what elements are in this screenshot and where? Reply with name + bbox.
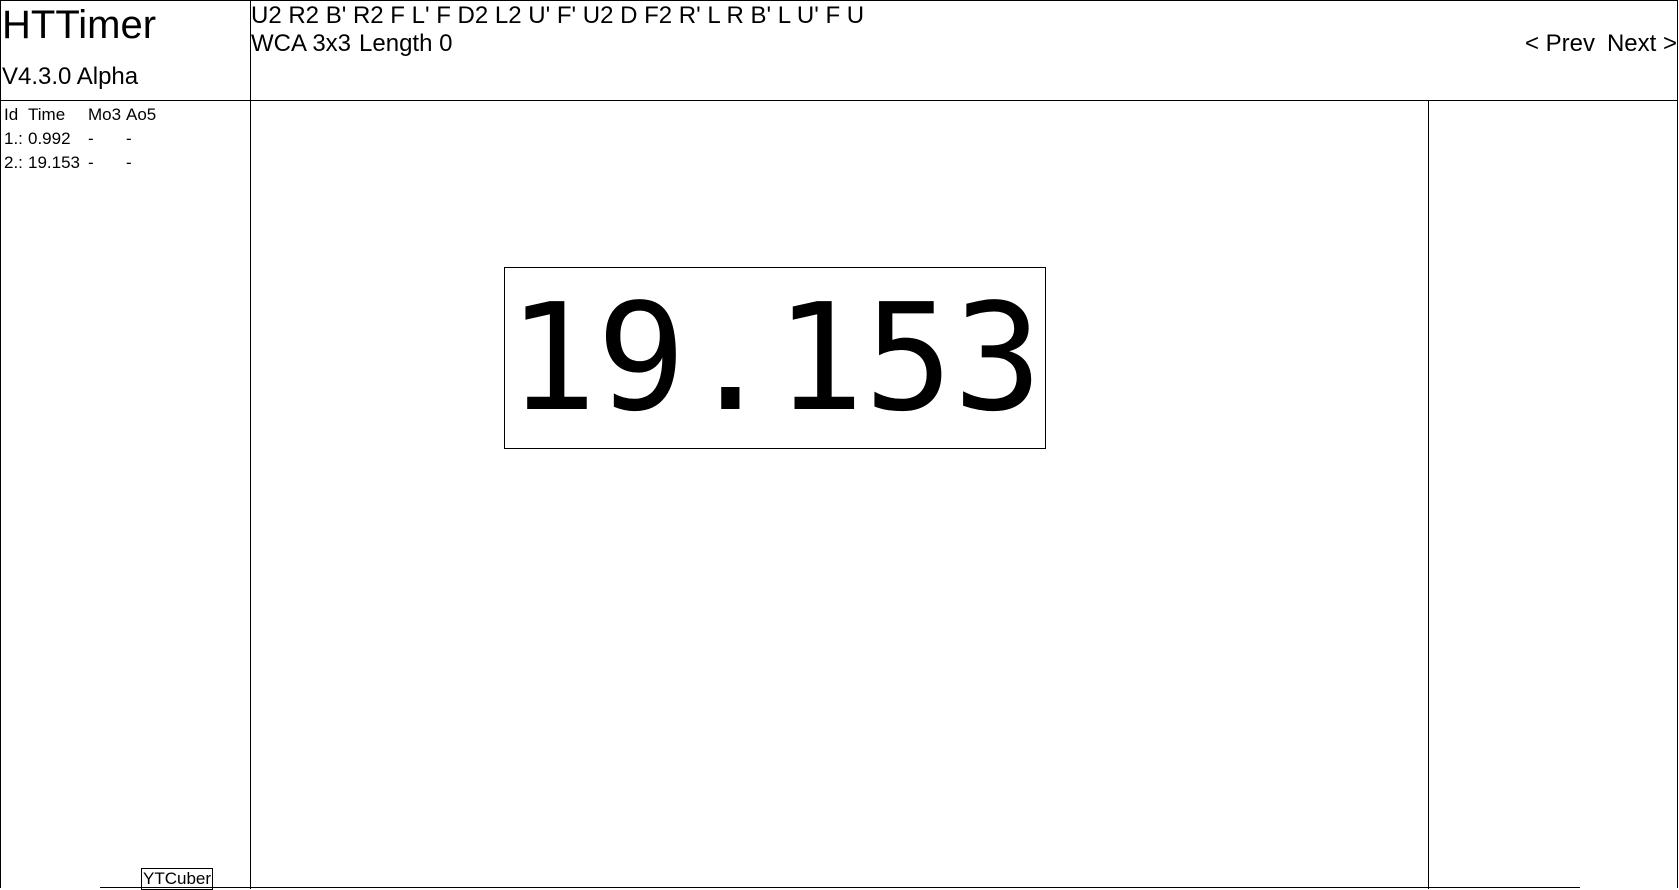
session-table-header: Id Time Mo3 Ao5	[4, 103, 166, 127]
app-title: HTTimer	[2, 3, 157, 47]
solve-mo3: -	[88, 129, 94, 148]
scramble-info: WCA 3x3 Length 0	[251, 29, 460, 58]
next-button[interactable]: Next >	[1607, 30, 1677, 57]
bottom-divider	[100, 887, 1580, 888]
solve-time[interactable]: 19.153	[28, 151, 88, 175]
logo-block: HTTimer V4.3.0 Alpha	[0, 0, 251, 101]
right-panel	[1428, 101, 1678, 889]
solve-id: 1.:	[4, 129, 23, 148]
timer-display[interactable]: 19.153	[504, 267, 1046, 449]
column-header-time: Time	[28, 105, 66, 124]
solve-time[interactable]: 0.992	[28, 127, 88, 151]
solve-id: 2.:	[4, 153, 23, 172]
solve-row[interactable]: 2.: 19.153 - -	[4, 151, 166, 175]
solve-mo3: -	[88, 153, 94, 172]
column-header-mo3: Mo3	[88, 105, 122, 124]
column-header-ao5: Ao5	[126, 105, 157, 124]
scramble-length[interactable]: Length 0	[359, 30, 452, 57]
column-header-id: Id	[4, 105, 19, 124]
prev-button[interactable]: < Prev	[1525, 30, 1595, 57]
solve-row[interactable]: 1.: 0.992 - -	[4, 127, 166, 151]
solve-ao5: -	[126, 129, 132, 148]
app-version: V4.3.0 Alpha	[2, 63, 139, 90]
session-table: Id Time Mo3 Ao5 1.: 0.992 - - 2.: 19.153…	[4, 103, 166, 175]
scramble-nav: < Prev Next >	[1525, 29, 1677, 58]
solve-ao5: -	[126, 153, 132, 172]
puzzle-type[interactable]: WCA 3x3	[251, 30, 351, 57]
session-panel: Id Time Mo3 Ao5 1.: 0.992 - - 2.: 19.153…	[0, 101, 251, 890]
scramble-text: U2 R2 B' R2 F L' F D2 L2 U' F' U2 D F2 R…	[251, 2, 865, 29]
